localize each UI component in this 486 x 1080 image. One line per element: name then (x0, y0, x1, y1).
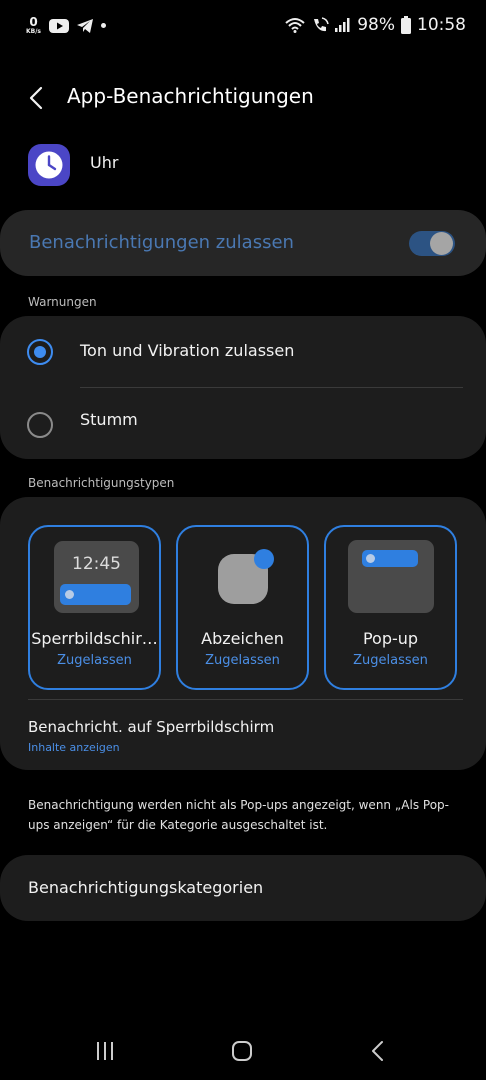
radio-button-unselected[interactable] (27, 412, 53, 438)
clock: 10:58 (417, 15, 466, 35)
more-notifications-dot-icon (101, 23, 106, 28)
signal-strength-icon (335, 18, 350, 32)
chevron-left-icon (29, 86, 43, 110)
popup-preview (348, 540, 434, 613)
app-info-row: Uhr (28, 144, 328, 190)
tile-badge-status: Zugelassen (205, 653, 280, 668)
status-bar-left: 0 KB/s (26, 16, 106, 35)
status-bar-right: 98% 10:58 (285, 15, 466, 35)
warnings-section-label: Warnungen (28, 295, 97, 309)
lockscreen-notifications-row[interactable]: Benachricht. auf Sperrbildschirm Inhalte… (0, 700, 486, 770)
recent-apps-button[interactable] (91, 1038, 121, 1064)
recent-apps-icon (97, 1042, 113, 1060)
tile-lock-screen-status: Zugelassen (57, 653, 132, 668)
popup-bar-preview (362, 550, 418, 567)
back-button[interactable] (22, 82, 52, 114)
data-rate-indicator: 0 KB/s (26, 16, 41, 35)
wifi-calling-icon (285, 18, 305, 33)
radio-option-sound-vibration[interactable]: Ton und Vibration zulassen (0, 320, 486, 380)
app-notifications-screen: 0 KB/s 98% 10:58 App-Benachrichtigungen … (0, 0, 486, 1080)
notification-bar-preview (60, 584, 131, 605)
notification-dot-icon (366, 554, 375, 563)
lock-screen-preview-time: 12:45 (72, 554, 121, 574)
toggle-knob (430, 232, 453, 255)
back-nav-icon (372, 1041, 383, 1061)
lockscreen-notifications-title: Benachricht. auf Sperrbildschirm (28, 718, 275, 736)
tile-badge[interactable]: Abzeichen Zugelassen (176, 525, 309, 690)
allow-notifications-toggle[interactable] (409, 231, 455, 256)
lock-screen-preview: 12:45 (54, 541, 139, 613)
radio-option-mute[interactable]: Stumm (0, 392, 486, 452)
clock-icon (35, 151, 63, 179)
popup-info-text: Benachrichtigung werden nicht als Pop-up… (28, 798, 449, 832)
home-icon (232, 1041, 252, 1061)
battery-percentage: 98% (357, 15, 395, 35)
notification-types-section-label: Benachrichtigungstypen (28, 476, 175, 490)
home-button[interactable] (227, 1038, 257, 1064)
status-bar: 0 KB/s 98% 10:58 (0, 0, 486, 56)
notification-categories-label: Benachrichtigungskategorien (28, 878, 264, 897)
tile-popup-title: Pop-up (362, 629, 419, 648)
tile-popup[interactable]: Pop-up Zugelassen (324, 525, 457, 690)
header: App-Benachrichtigungen (0, 76, 486, 120)
battery-icon (401, 16, 411, 34)
navigation-bar (0, 1030, 486, 1070)
tile-popup-status: Zugelassen (353, 653, 428, 668)
volte-call-icon (314, 17, 329, 32)
tile-lock-screen[interactable]: 12:45 Sperrbildschir… Zugelassen (28, 525, 161, 690)
clock-app-icon (28, 144, 70, 186)
radio-button-selected[interactable] (27, 339, 53, 365)
radio-label-sound-vibration: Ton und Vibration zulassen (80, 341, 295, 360)
page-title: App-Benachrichtigungen (67, 84, 314, 108)
divider (80, 387, 463, 388)
youtube-icon (49, 18, 69, 33)
notification-categories-row[interactable]: Benachrichtigungskategorien (0, 855, 486, 921)
app-name: Uhr (90, 153, 119, 172)
telegram-icon (77, 18, 93, 33)
notification-types-card: 12:45 Sperrbildschir… Zugelassen Abzeich… (0, 497, 486, 770)
back-nav-button[interactable] (364, 1038, 394, 1064)
tile-badge-title: Abzeichen (201, 629, 284, 648)
data-rate-value: 0 (29, 15, 38, 29)
radio-label-mute: Stumm (80, 410, 138, 429)
tile-lock-screen-title: Sperrbildschir… (31, 629, 158, 648)
allow-notifications-row[interactable]: Benachrichtigungen zulassen (0, 210, 486, 276)
allow-notifications-label: Benachrichtigungen zulassen (29, 232, 294, 253)
warnings-card: Ton und Vibration zulassen Stumm (0, 316, 486, 459)
notification-dot-icon (65, 590, 74, 599)
data-rate-unit: KB/s (26, 28, 41, 35)
lockscreen-notifications-subtitle: Inhalte anzeigen (28, 741, 120, 754)
badge-dot-icon (254, 549, 274, 569)
